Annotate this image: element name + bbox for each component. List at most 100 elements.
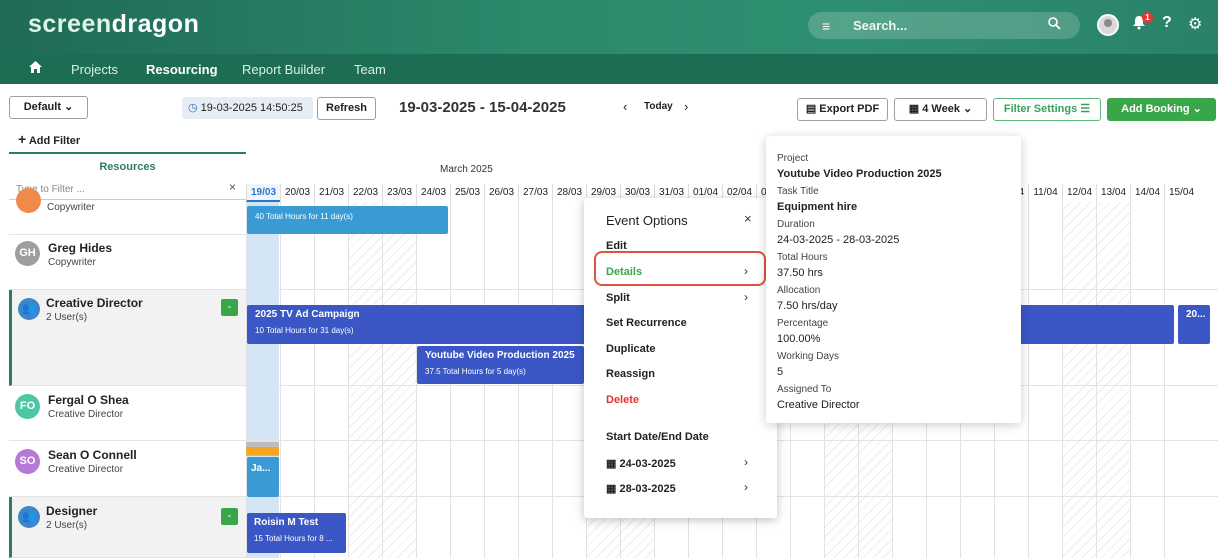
view-select-label: Default xyxy=(23,101,61,113)
booking-bar-roisin-m-test[interactable]: Roisin M Test 15 Total Hours for 8 ... xyxy=(247,513,346,553)
timestamp-text: 19-03-2025 14:50:25 xyxy=(200,102,303,114)
end-date-value: 28-03-2025 xyxy=(619,483,676,495)
duration-label: Duration xyxy=(777,219,815,230)
sliders-icon: ☰ xyxy=(1080,103,1091,115)
resources-panel-header: Resources xyxy=(9,152,246,204)
total-hours-value: 37.50 hrs xyxy=(777,267,823,279)
search-input-placeholder: Search... xyxy=(853,18,908,33)
add-booking-label: Add Booking xyxy=(1121,103,1190,115)
menu-item-reassign[interactable]: Reassign xyxy=(606,368,655,380)
day-header-cell: 28/03 xyxy=(552,184,586,202)
start-date-item[interactable]: ▦ 24-03-2025 xyxy=(606,457,676,470)
start-end-date-label: Start Date/End Date xyxy=(606,431,709,443)
chevron-right-icon: › xyxy=(744,290,748,304)
booking-title: Youtube Video Production 2025 xyxy=(425,350,575,361)
total-hours-label: Total Hours xyxy=(777,252,828,263)
booking-bar-truncated[interactable]: 20... xyxy=(1178,305,1210,344)
today-column-highlight xyxy=(246,202,279,558)
day-column-line xyxy=(1164,202,1165,558)
resource-row-sean-o-connell[interactable]: SO Sean O Connell Creative Director xyxy=(9,441,246,497)
nav-resourcing[interactable]: Resourcing xyxy=(146,62,218,77)
collapse-group-button[interactable]: - xyxy=(221,508,238,525)
clear-filter-icon[interactable]: × xyxy=(229,180,236,194)
today-button[interactable]: Today xyxy=(644,101,673,112)
group-name: Creative Director xyxy=(46,296,143,310)
booking-title: 2025 TV Ad Campaign xyxy=(255,309,360,320)
allocation-value: 7.50 hrs/day xyxy=(777,300,838,312)
leave-marker xyxy=(246,447,279,455)
period-select-dropdown[interactable]: ▦ 4 Week ⌄ xyxy=(894,98,987,121)
export-pdf-button[interactable]: ▤ Export PDF xyxy=(797,98,888,121)
close-icon[interactable]: × xyxy=(744,211,752,226)
file-icon: ▤ xyxy=(805,103,817,115)
menu-item-split[interactable]: Split xyxy=(606,292,630,304)
nav-report-builder[interactable]: Report Builder xyxy=(242,62,325,77)
month-label: March 2025 xyxy=(440,164,493,175)
add-filter-button[interactable]: + Add Filter xyxy=(18,131,80,147)
add-booking-button[interactable]: Add Booking ⌄ xyxy=(1107,98,1216,121)
booking-title: Ja... xyxy=(251,463,271,474)
resource-avatar: FO xyxy=(15,394,40,419)
refresh-button[interactable]: Refresh xyxy=(317,97,376,120)
day-header-cell: 21/03 xyxy=(314,184,348,202)
resource-row[interactable]: Copywriter xyxy=(9,188,246,235)
day-column-line xyxy=(280,202,281,558)
group-user-count: 2 User(s) xyxy=(46,520,88,531)
percentage-label: Percentage xyxy=(777,318,829,329)
booking-bar[interactable]: 40 Total Hours for 11 day(s) xyxy=(247,206,448,234)
resources-title: Resources xyxy=(99,161,156,173)
group-name: Designer xyxy=(46,504,98,518)
day-column-line xyxy=(314,202,315,558)
nav-team[interactable]: Team xyxy=(354,62,386,77)
resource-role: Creative Director xyxy=(48,464,124,475)
resource-group-designer[interactable]: 👥 Designer 2 User(s) - xyxy=(9,497,246,558)
booking-bar-truncated[interactable]: Ja... xyxy=(247,457,279,497)
resource-row-greg-hides[interactable]: GH Greg Hides Copywriter xyxy=(9,235,246,290)
hamburger-menu-icon[interactable]: ≡ xyxy=(822,18,830,34)
filter-underline xyxy=(9,199,246,200)
day-column-line xyxy=(348,202,349,558)
calendar-icon: ▦ xyxy=(606,458,617,470)
previous-period-chevron-icon[interactable]: ‹ xyxy=(623,99,627,114)
app-logo[interactable]: screendragon xyxy=(28,10,199,39)
task-title-value: Equipment hire xyxy=(777,201,858,213)
end-date-item[interactable]: ▦ 28-03-2025 xyxy=(606,482,676,495)
resource-avatar xyxy=(16,188,41,213)
home-icon[interactable] xyxy=(29,60,42,76)
menu-item-set-recurrence[interactable]: Set Recurrence xyxy=(606,317,687,329)
filter-settings-button[interactable]: Filter Settings ☰ xyxy=(993,98,1101,121)
user-avatar[interactable] xyxy=(1097,14,1119,36)
assigned-to-value: Creative Director xyxy=(777,399,860,411)
event-options-menu: Event Options × Edit Details › Split › S… xyxy=(584,198,777,518)
resource-row-fergal-o-shea[interactable]: FO Fergal O Shea Creative Director xyxy=(9,386,246,441)
plus-icon: + xyxy=(18,131,27,147)
booking-bar-youtube-video-production[interactable]: Youtube Video Production 2025 37.5 Total … xyxy=(417,346,584,384)
calendar-icon: ▦ xyxy=(606,483,617,495)
day-header-cell: 22/03 xyxy=(348,184,382,202)
next-period-chevron-icon[interactable]: › xyxy=(684,99,688,114)
project-label: Project xyxy=(777,153,809,164)
view-select-dropdown[interactable]: Default ⌄ xyxy=(9,96,88,119)
notification-count-badge: 1 xyxy=(1142,12,1153,23)
global-search-bar[interactable]: ≡ Search... xyxy=(808,12,1080,39)
chevron-right-icon: › xyxy=(744,455,748,469)
search-icon[interactable] xyxy=(1048,17,1061,33)
menu-item-duplicate[interactable]: Duplicate xyxy=(606,343,656,355)
collapse-group-button[interactable]: - xyxy=(221,299,238,316)
day-header-cell: 23/03 xyxy=(382,184,416,202)
details-highlight-outline xyxy=(594,251,766,286)
add-filter-label: Add Filter xyxy=(28,135,81,147)
day-header-cell: 11/04 xyxy=(1028,184,1062,202)
help-icon[interactable]: ? xyxy=(1162,14,1172,32)
period-select-label: 4 Week xyxy=(922,103,960,115)
date-range-title: 19-03-2025 - 15-04-2025 xyxy=(399,99,566,116)
nav-projects[interactable]: Projects xyxy=(71,62,118,77)
resource-group-creative-director[interactable]: 👥 Creative Director 2 User(s) - xyxy=(9,290,246,386)
chevron-down-icon: ⌄ xyxy=(963,103,973,115)
menu-item-delete[interactable]: Delete xyxy=(606,394,639,406)
filter-settings-label: Filter Settings xyxy=(1003,103,1078,115)
project-value: Youtube Video Production 2025 xyxy=(777,168,942,180)
booking-details-card: Project Youtube Video Production 2025 Ta… xyxy=(766,136,1021,423)
resource-role: Copywriter xyxy=(47,202,95,213)
settings-gear-icon[interactable]: ⚙ xyxy=(1188,14,1202,34)
